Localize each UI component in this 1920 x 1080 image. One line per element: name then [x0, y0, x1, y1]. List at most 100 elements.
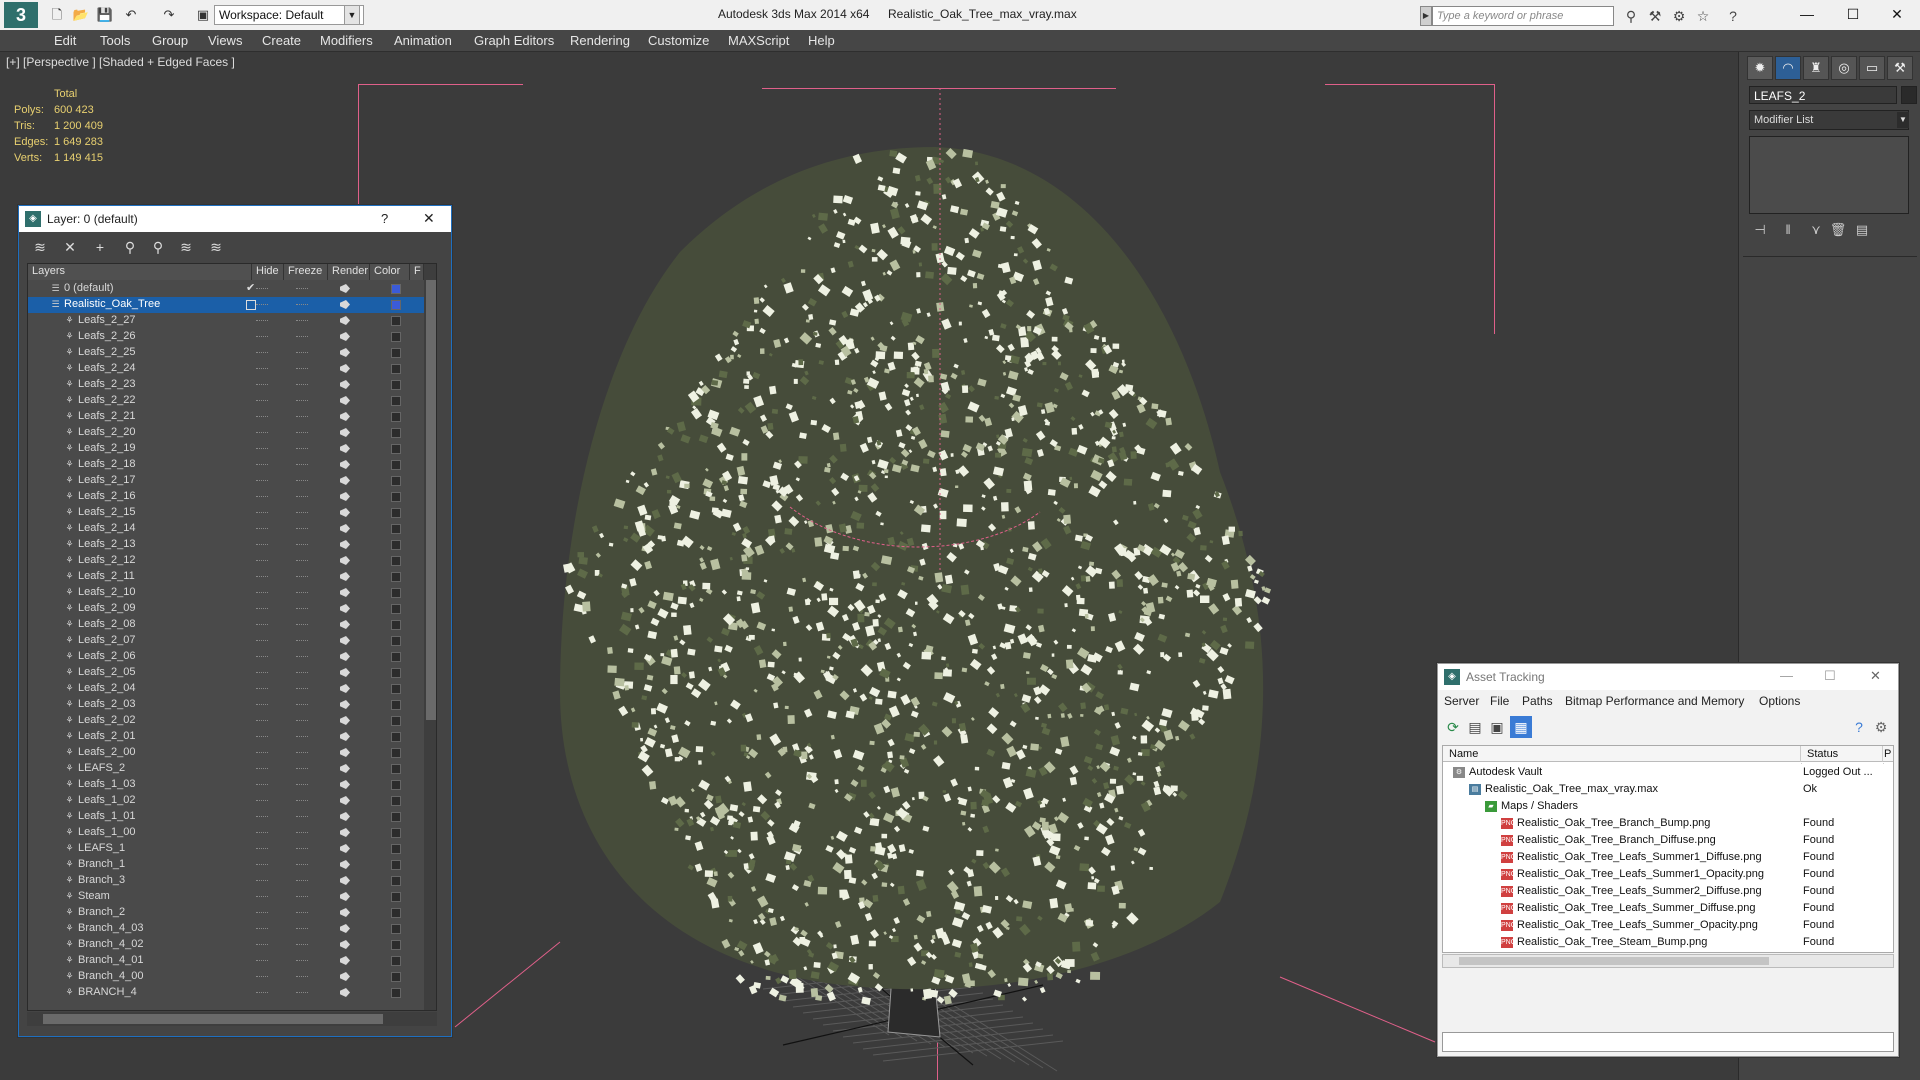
binoculars-icon[interactable]: ⚲ — [1622, 7, 1640, 25]
hide-toggle[interactable] — [256, 832, 268, 834]
layer-color-swatch[interactable] — [391, 892, 401, 902]
layer-color-swatch[interactable] — [391, 316, 401, 326]
undo-icon[interactable]: ↶ — [122, 6, 140, 24]
layer-name[interactable]: Branch_4_00 — [78, 970, 143, 982]
layer-list[interactable]: Layers Hide Freeze Render Color F ☰ 0 (de… — [27, 263, 437, 1011]
project-folder-icon[interactable]: ▣ — [194, 6, 212, 24]
chevron-down-icon[interactable]: ▼ — [344, 5, 360, 25]
render-teapot-icon[interactable] — [340, 380, 350, 389]
hide-toggle[interactable] — [256, 800, 268, 802]
display-icon[interactable]: ▭ — [1859, 56, 1885, 80]
help-icon[interactable]: ? — [1848, 716, 1870, 738]
freeze-all-layers-icon[interactable]: ≋ — [205, 236, 227, 258]
freeze-toggle[interactable] — [296, 800, 308, 802]
render-teapot-icon[interactable] — [340, 844, 350, 853]
freeze-toggle[interactable] — [296, 960, 308, 962]
layer-row[interactable]: ⚘ Branch_4_01 — [28, 953, 424, 969]
render-teapot-icon[interactable] — [340, 876, 350, 885]
freeze-toggle[interactable] — [296, 592, 308, 594]
layer-row[interactable]: ⚘ Leafs_2_24 — [28, 361, 424, 377]
layer-color-swatch[interactable] — [391, 828, 401, 838]
render-teapot-icon[interactable] — [340, 540, 350, 549]
scrollbar-thumb[interactable] — [1459, 957, 1769, 965]
render-teapot-icon[interactable] — [340, 588, 350, 597]
layer-name[interactable]: Leafs_2_04 — [78, 682, 136, 694]
render-teapot-icon[interactable] — [340, 636, 350, 645]
layer-name[interactable]: Leafs_2_23 — [78, 378, 136, 390]
extra-column-header[interactable]: F — [410, 264, 424, 280]
render-teapot-icon[interactable] — [340, 732, 350, 741]
render-teapot-icon[interactable] — [340, 652, 350, 661]
freeze-toggle[interactable] — [296, 496, 308, 498]
layer-row[interactable]: ⚘ Leafs_2_23 — [28, 377, 424, 393]
new-file-icon[interactable]: 🗋 — [48, 6, 66, 24]
freeze-toggle[interactable] — [296, 512, 308, 514]
render-teapot-icon[interactable] — [340, 700, 350, 709]
freeze-toggle[interactable] — [296, 320, 308, 322]
asset-row[interactable]: ▤ Realistic_Oak_Tree_max_vray.max Ok — [1443, 781, 1893, 798]
freeze-toggle[interactable] — [296, 288, 308, 290]
layer-name[interactable]: Leafs_2_03 — [78, 698, 136, 710]
hide-toggle[interactable] — [256, 528, 268, 530]
render-teapot-icon[interactable] — [340, 524, 350, 533]
freeze-toggle[interactable] — [296, 992, 308, 994]
freeze-toggle[interactable] — [296, 688, 308, 690]
asset-row[interactable]: PNG Realistic_Oak_Tree_Leafs_Summer2_Diff… — [1443, 883, 1893, 900]
hide-toggle[interactable] — [256, 896, 268, 898]
layer-row[interactable]: ⚘ Leafs_1_02 — [28, 793, 424, 809]
render-teapot-icon[interactable] — [340, 972, 350, 981]
render-teapot-icon[interactable] — [340, 348, 350, 357]
hide-toggle[interactable] — [256, 352, 268, 354]
asset-menu-file[interactable]: File — [1490, 694, 1509, 708]
layer-color-swatch[interactable] — [391, 428, 401, 438]
layer-row[interactable]: ⚘ Leafs_2_08 — [28, 617, 424, 633]
render-teapot-icon[interactable] — [340, 828, 350, 837]
layer-name[interactable]: Leafs_2_20 — [78, 426, 136, 438]
hide-toggle[interactable] — [256, 480, 268, 482]
layers-column-header[interactable]: Layers — [28, 264, 252, 280]
hide-toggle[interactable] — [256, 608, 268, 610]
layer-color-swatch[interactable] — [391, 508, 401, 518]
make-unique-icon[interactable]: ⋎ — [1805, 220, 1827, 240]
layer-name[interactable]: Leafs_2_00 — [78, 746, 136, 758]
hide-toggle[interactable] — [256, 592, 268, 594]
render-teapot-icon[interactable] — [340, 300, 350, 309]
asset-row[interactable]: PNG Realistic_Oak_Tree_Leafs_Summer_Opaci… — [1443, 917, 1893, 934]
hide-toggle[interactable] — [256, 704, 268, 706]
layer-row[interactable]: ⚘ Branch_4_02 — [28, 937, 424, 953]
close-button[interactable]: ✕ — [1870, 668, 1881, 684]
layer-name[interactable]: Steam — [78, 890, 110, 902]
layer-color-swatch[interactable] — [391, 348, 401, 358]
hide-toggle[interactable] — [256, 768, 268, 770]
layer-vertical-scrollbar[interactable] — [424, 264, 436, 1010]
asset-menu-options[interactable]: Options — [1759, 694, 1800, 708]
hide-toggle[interactable] — [256, 752, 268, 754]
layer-row[interactable]: ⚘ Leafs_2_18 — [28, 457, 424, 473]
asset-list[interactable]: Name Status P ⚙ Autodesk Vault Logged Out … — [1442, 745, 1894, 953]
layer-name[interactable]: LEAFS_2 — [78, 762, 125, 774]
layer-color-swatch[interactable] — [391, 332, 401, 342]
layer-color-swatch[interactable] — [391, 956, 401, 966]
layer-row[interactable]: ⚘ Leafs_2_05 — [28, 665, 424, 681]
layer-row[interactable]: ⚘ Leafs_1_01 — [28, 809, 424, 825]
freeze-toggle[interactable] — [296, 304, 308, 306]
render-teapot-icon[interactable] — [340, 284, 350, 293]
layer-name[interactable]: Realistic_Oak_Tree — [64, 298, 160, 310]
freeze-toggle[interactable] — [296, 848, 308, 850]
redo-icon[interactable]: ↷ — [160, 6, 178, 24]
hide-toggle[interactable] — [256, 400, 268, 402]
layer-color-swatch[interactable] — [391, 364, 401, 374]
render-teapot-icon[interactable] — [340, 812, 350, 821]
layer-row[interactable]: ⚘ Leafs_2_22 — [28, 393, 424, 409]
layer-name[interactable]: Leafs_2_10 — [78, 586, 136, 598]
hierarchy-icon[interactable]: ♜ — [1803, 56, 1829, 80]
layer-row[interactable]: ⚘ Leafs_2_10 — [28, 585, 424, 601]
asset-dialog-titlebar[interactable]: ◈ Asset Tracking — ☐ ✕ — [1438, 664, 1898, 690]
render-teapot-icon[interactable] — [340, 460, 350, 469]
layer-color-swatch[interactable] — [391, 860, 401, 870]
freeze-toggle[interactable] — [296, 752, 308, 754]
hide-toggle[interactable] — [256, 288, 268, 290]
asset-row[interactable]: ⚙ Autodesk Vault Logged Out ... — [1443, 764, 1893, 781]
layer-color-swatch[interactable] — [391, 764, 401, 774]
menu-maxscript[interactable]: MAXScript — [728, 33, 789, 48]
